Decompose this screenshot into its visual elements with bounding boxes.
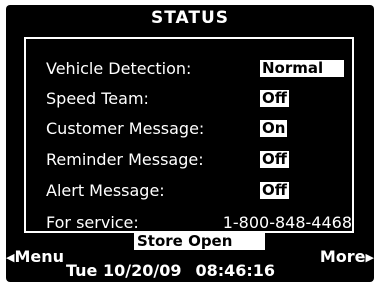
field-label-vehicle-detection: Vehicle Detection: xyxy=(46,59,192,78)
status-panel: Vehicle Detection: Normal Speed Team: Of… xyxy=(24,37,354,233)
field-value-vehicle-detection[interactable]: Normal xyxy=(260,60,344,77)
field-label-reminder-message: Reminder Message: xyxy=(46,150,204,169)
store-status-badge: Store Open xyxy=(134,233,265,250)
right-triangle-icon: ▶ xyxy=(365,251,374,264)
field-value-alert-message[interactable]: Off xyxy=(260,182,289,199)
display-screen: STATUS Vehicle Detection: Normal Speed T… xyxy=(6,5,374,282)
field-value-reminder-message[interactable]: Off xyxy=(260,151,289,168)
field-value-speed-team[interactable]: Off xyxy=(260,90,289,107)
field-label-alert-message: Alert Message: xyxy=(46,181,165,200)
field-label-customer-message: Customer Message: xyxy=(46,119,205,138)
menu-label: Menu xyxy=(14,247,65,266)
date-text: Tue 10/20/09 xyxy=(66,261,182,280)
service-line: For service: 1-800-848-4468 xyxy=(46,213,352,232)
more-softkey[interactable]: More▶ xyxy=(320,247,374,266)
service-label: For service: xyxy=(46,213,139,232)
time-text: 08:46:16 xyxy=(195,261,276,280)
screen-title: STATUS xyxy=(150,8,229,28)
date-time-readout: Tue 10/20/09 08:46:16 xyxy=(66,261,316,280)
service-phone: 1-800-848-4468 xyxy=(222,213,352,232)
more-label: More xyxy=(319,247,366,266)
field-value-customer-message[interactable]: On xyxy=(260,120,288,137)
field-label-speed-team: Speed Team: xyxy=(46,89,149,108)
menu-softkey[interactable]: ◀Menu xyxy=(6,247,64,266)
